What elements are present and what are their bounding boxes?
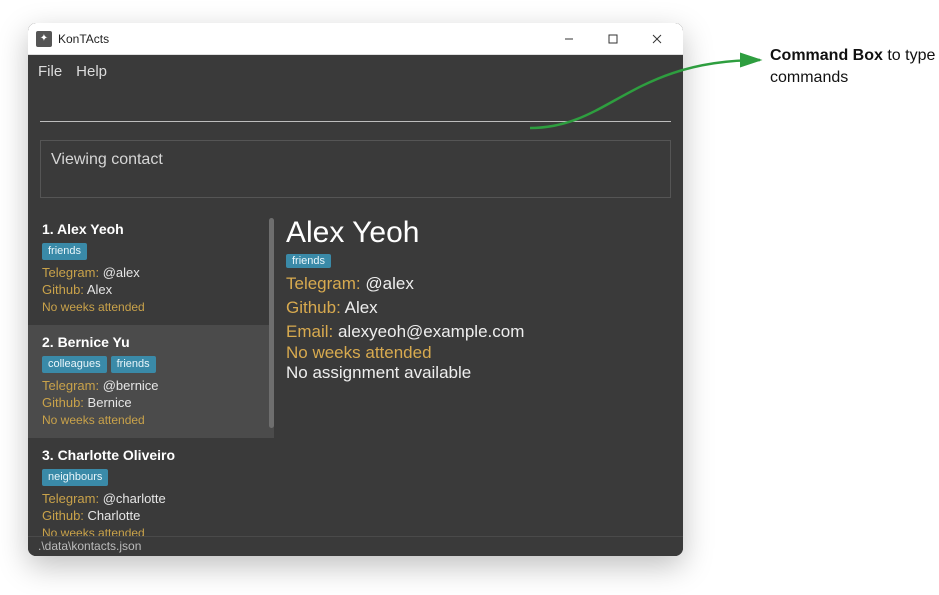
command-input[interactable] (40, 93, 671, 122)
result-display: Viewing contact (40, 140, 671, 198)
github-value: Alex (87, 282, 112, 297)
contact-card[interactable]: 1. Alex Yeoh friends Telegram: @alex Github… (28, 212, 274, 325)
telegram-value: @charlotte (103, 491, 166, 506)
menubar: File Help (28, 55, 683, 87)
telegram-label: Telegram: (42, 491, 99, 506)
contact-name: 3. Charlotte Oliveiro (42, 446, 262, 465)
menu-help[interactable]: Help (76, 63, 107, 80)
github-value: Bernice (88, 395, 132, 410)
tag: colleagues (42, 356, 107, 373)
annotation-text: Command Box to type commands (770, 45, 939, 90)
weeks-attended: No weeks attended (42, 299, 262, 315)
contact-name: 1. Alex Yeoh (42, 220, 262, 239)
titlebar: ✦ KonTActs (28, 23, 683, 55)
minimize-button[interactable] (547, 24, 591, 54)
app-icon: ✦ (36, 31, 52, 47)
close-icon (652, 34, 662, 44)
tag: friends (111, 356, 156, 373)
github-label: Github: (42, 395, 84, 410)
close-button[interactable] (635, 24, 679, 54)
scrollbar-thumb[interactable] (269, 218, 274, 428)
weeks-attended: No weeks attended (42, 525, 262, 536)
detail-telegram-label: Telegram: (286, 274, 361, 293)
weeks-attended: No weeks attended (42, 412, 262, 428)
detail-github-label: Github: (286, 298, 341, 317)
window-title: KonTActs (58, 32, 109, 46)
contact-detail: Alex Yeoh friends Telegram: @alex Github… (274, 212, 683, 536)
detail-email-value: alexyeoh@example.com (338, 322, 524, 341)
detail-github-value: Alex (345, 298, 378, 317)
minimize-icon (564, 34, 574, 44)
result-text: Viewing contact (51, 151, 163, 168)
telegram-value: @alex (103, 265, 140, 280)
contact-card[interactable]: 2. Bernice YucolleaguesfriendsTelegram: … (28, 325, 274, 438)
github-value: Charlotte (88, 508, 141, 523)
contact-card[interactable]: 3. Charlotte Oliveiro neighbours Telegram:… (28, 438, 274, 536)
annotation-bold: Command Box (770, 47, 883, 64)
detail-tags: friends (286, 254, 665, 268)
statusbar: .\data\kontacts.json (28, 536, 683, 556)
github-label: Github: (42, 508, 84, 523)
app-window: ✦ KonTActs File Help Viewing contact 1. … (28, 23, 683, 556)
content-area: 1. Alex Yeoh friends Telegram: @alex Github… (28, 206, 683, 536)
command-box-area (28, 87, 683, 130)
detail-email-label: Email: (286, 322, 333, 341)
tag: neighbours (42, 469, 108, 486)
telegram-label: Telegram: (42, 378, 99, 393)
telegram-value: @bernice (103, 378, 159, 393)
status-path: .\data\kontacts.json (38, 539, 141, 553)
detail-weeks: No weeks attended (286, 343, 665, 363)
github-label: Github: (42, 282, 84, 297)
contact-name: 2. Bernice Yu (42, 333, 262, 352)
detail-name: Alex Yeoh (286, 216, 665, 250)
tag: friends (42, 243, 87, 260)
contact-tags: colleaguesfriends (42, 356, 262, 373)
detail-assignment: No assignment available (286, 363, 665, 383)
menu-file[interactable]: File (38, 63, 62, 80)
contact-tags: friends (42, 243, 262, 260)
detail-telegram-value: @alex (365, 274, 413, 293)
contact-tags: neighbours (42, 469, 262, 486)
maximize-button[interactable] (591, 24, 635, 54)
tag: friends (286, 254, 331, 268)
contact-list[interactable]: 1. Alex Yeoh friends Telegram: @alex Github… (28, 212, 274, 536)
telegram-label: Telegram: (42, 265, 99, 280)
maximize-icon (608, 34, 618, 44)
